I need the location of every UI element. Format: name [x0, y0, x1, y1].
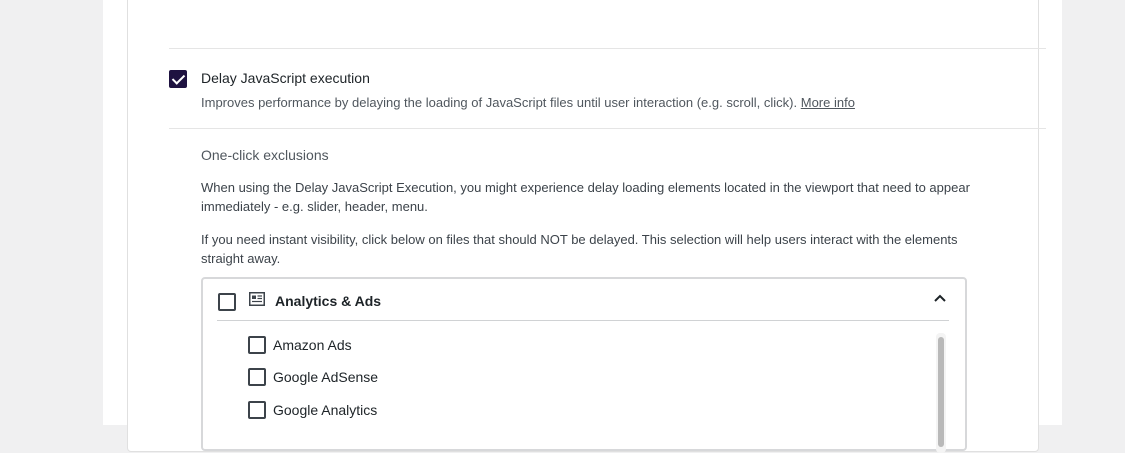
item-label-google-analytics: Google Analytics — [273, 402, 378, 418]
exclusions-paragraph-1: When using the Delay JavaScript Executio… — [201, 180, 970, 214]
exclusions-paragraph-2: If you need instant visibility, click be… — [201, 232, 958, 266]
divider — [169, 128, 1046, 129]
item-label-amazon-ads: Amazon Ads — [273, 337, 352, 353]
delay-js-checkbox[interactable] — [169, 70, 187, 88]
one-click-exclusions-title: One-click exclusions — [201, 147, 329, 163]
item-checkbox-google-analytics[interactable] — [248, 401, 266, 419]
item-checkbox-amazon-ads[interactable] — [248, 336, 266, 354]
category-checkbox-analytics-ads[interactable] — [218, 293, 236, 311]
delay-js-description-text: Improves performance by delaying the loa… — [201, 95, 798, 110]
delay-js-title: Delay JavaScript execution — [201, 70, 370, 86]
item-checkbox-google-adsense[interactable] — [248, 368, 266, 386]
chevron-up-icon[interactable] — [933, 293, 947, 303]
file-optimization-section: Delay JavaScript execution Improves perf… — [127, 0, 1046, 453]
category-label-analytics-ads[interactable]: Analytics & Ads — [275, 293, 381, 309]
list-header-divider — [217, 320, 949, 321]
delay-js-description: Improves performance by delaying the loa… — [201, 95, 855, 110]
item-label-google-adsense: Google AdSense — [273, 369, 379, 385]
analytics-ads-icon — [249, 292, 265, 306]
list-scrollbar[interactable] — [936, 333, 946, 453]
more-info-link[interactable]: More info — [801, 95, 855, 110]
settings-page: Delay JavaScript execution Improves perf… — [103, 0, 1062, 453]
list-scrollbar-thumb[interactable] — [938, 337, 944, 447]
divider — [169, 48, 1046, 49]
